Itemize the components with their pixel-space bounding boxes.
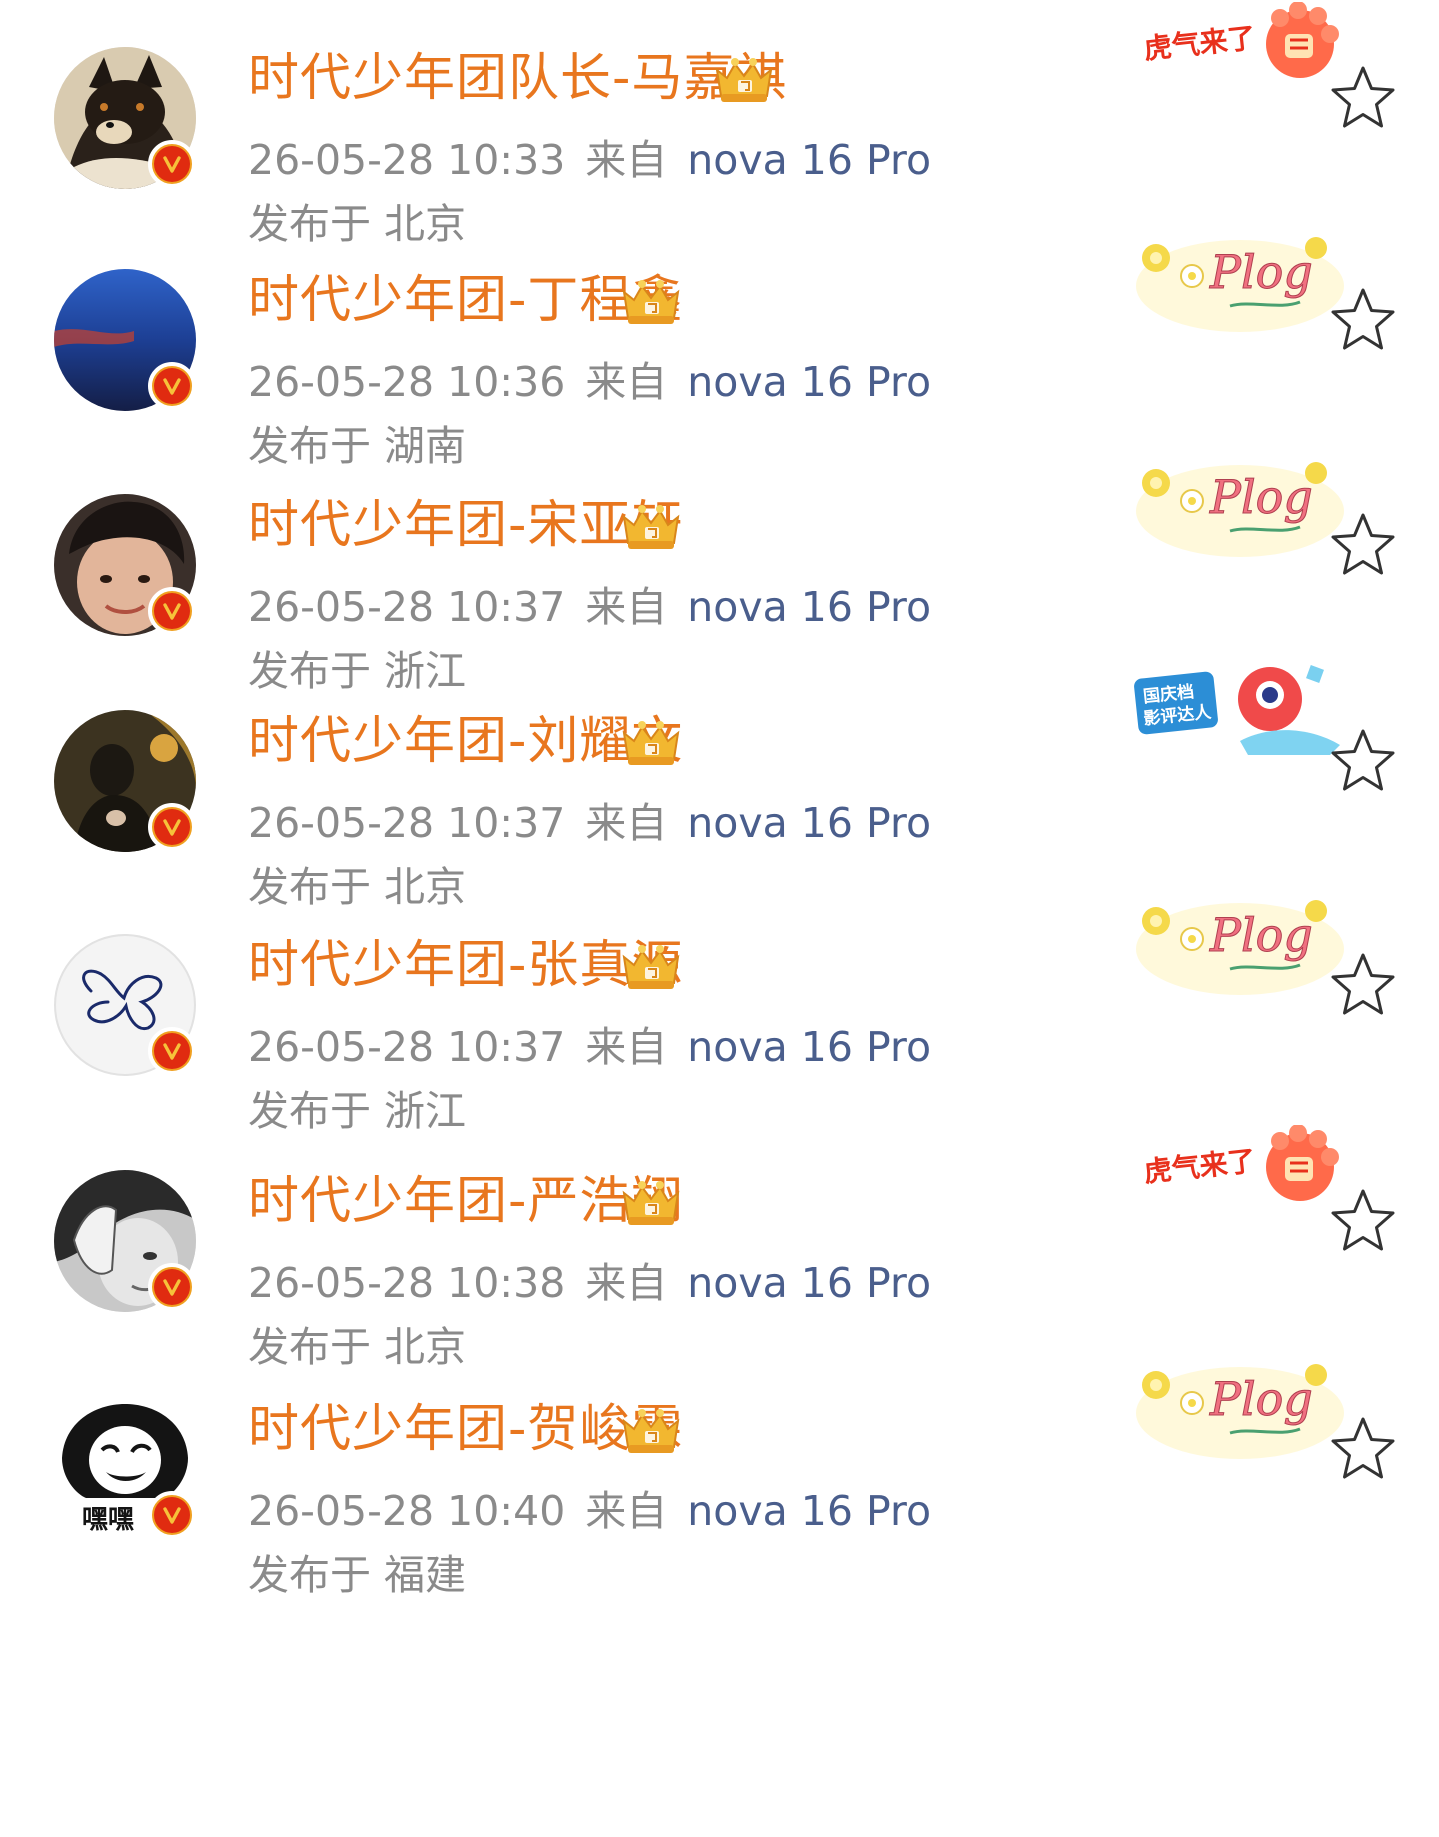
crown-badge-icon (711, 50, 777, 104)
crown-badge-icon (618, 1401, 684, 1455)
verified-badge-icon (148, 1491, 196, 1539)
device-link[interactable]: nova 16 Pro (687, 1259, 931, 1307)
source-prefix: 来自 (585, 1023, 668, 1071)
post-time: 26-05-28 10:38 (248, 1259, 566, 1307)
svg-text:Plog: Plog (1209, 1372, 1313, 1426)
svg-text:Plog: Plog (1209, 908, 1313, 962)
crown-badge-icon (618, 272, 684, 326)
post-item: 时代少年团-严浩翔 26-05-28 10:38 来自 nova 16 Pro 发布… (0, 1123, 1439, 1371)
device-link[interactable]: nova 16 Pro (687, 136, 931, 184)
post-meta: 26-05-28 10:36 来自 nova 16 Pro (248, 354, 931, 410)
verified-badge-icon (148, 140, 196, 188)
post-meta: 26-05-28 10:37 来自 nova 16 Pro (248, 579, 931, 635)
verified-badge-icon (148, 1263, 196, 1311)
post-item: 嘿嘿 时代少年团-贺峻霖 26-05-28 10:40 来自 nova 16 Pro… (0, 1351, 1439, 1599)
crown-badge-icon (618, 497, 684, 551)
svg-text:Plog: Plog (1209, 245, 1313, 299)
tiger-paw-sticker-icon: 虎气来了 (1130, 2, 1350, 112)
post-time: 26-05-28 10:33 (248, 136, 566, 184)
plog-flower-sticker-icon: Plog (1130, 451, 1350, 561)
tiger-paw-sticker-icon: 虎气来了 (1130, 1125, 1350, 1235)
source-prefix: 来自 (585, 136, 668, 184)
favorite-star-icon[interactable] (1327, 509, 1399, 581)
post-item: 时代少年团-宋亚轩 26-05-28 10:37 来自 nova 16 Pro 发布… (0, 447, 1439, 695)
device-link[interactable]: nova 16 Pro (687, 1487, 931, 1535)
crown-badge-icon (618, 1173, 684, 1227)
crown-badge-icon (618, 713, 684, 767)
svg-text:虎气来了: 虎气来了 (1142, 21, 1257, 66)
device-link[interactable]: nova 16 Pro (687, 583, 931, 631)
crown-badge-icon (618, 937, 684, 991)
post-meta: 26-05-28 10:37 来自 nova 16 Pro (248, 1019, 931, 1075)
post-meta: 26-05-28 10:33 来自 nova 16 Pro (248, 132, 931, 188)
plog-flower-sticker-icon: Plog (1130, 1353, 1350, 1463)
favorite-star-icon[interactable] (1327, 1413, 1399, 1485)
username[interactable]: 时代少年团队长-马嘉祺 (248, 44, 787, 114)
verified-badge-icon (148, 362, 196, 410)
favorite-star-icon[interactable] (1327, 725, 1399, 797)
post-time: 26-05-28 10:36 (248, 358, 566, 406)
post-item: 时代少年团队长-马嘉祺 26-05-28 10:33 来自 nova 16 Pro … (0, 0, 1439, 248)
comment-feed: 时代少年团队长-马嘉祺 26-05-28 10:33 来自 nova 16 Pro … (0, 0, 1439, 1837)
plog-flower-sticker-icon: Plog (1130, 889, 1350, 999)
device-link[interactable]: nova 16 Pro (687, 799, 931, 847)
post-meta: 26-05-28 10:37 来自 nova 16 Pro (248, 795, 931, 851)
post-time: 26-05-28 10:37 (248, 583, 566, 631)
movie-critic-sticker-icon: 国庆档 影评达人 (1130, 655, 1350, 765)
post-meta: 26-05-28 10:40 来自 nova 16 Pro (248, 1483, 931, 1539)
verified-badge-icon (148, 587, 196, 635)
post-time: 26-05-28 10:40 (248, 1487, 566, 1535)
plog-flower-sticker-icon: Plog (1130, 226, 1350, 336)
device-link[interactable]: nova 16 Pro (687, 358, 931, 406)
favorite-star-icon[interactable] (1327, 1185, 1399, 1257)
post-location: 发布于 福建 (248, 1551, 467, 1599)
post-item: 时代少年团-丁程鑫 26-05-28 10:36 来自 nova 16 Pro 发布… (0, 222, 1439, 470)
device-link[interactable]: nova 16 Pro (687, 1023, 931, 1071)
source-prefix: 来自 (585, 1259, 668, 1307)
verified-badge-icon (148, 803, 196, 851)
source-prefix: 来自 (585, 799, 668, 847)
svg-text:虎气来了: 虎气来了 (1142, 1144, 1257, 1189)
post-item: 时代少年团-张真源 26-05-28 10:37 来自 nova 16 Pro 发布… (0, 887, 1439, 1135)
post-meta: 26-05-28 10:38 来自 nova 16 Pro (248, 1255, 931, 1311)
favorite-star-icon[interactable] (1327, 62, 1399, 134)
post-item: 时代少年团-刘耀文 26-05-28 10:37 来自 nova 16 Pro 发布… (0, 663, 1439, 911)
source-prefix: 来自 (585, 1487, 668, 1535)
post-time: 26-05-28 10:37 (248, 1023, 566, 1071)
post-time: 26-05-28 10:37 (248, 799, 566, 847)
source-prefix: 来自 (585, 358, 668, 406)
favorite-star-icon[interactable] (1327, 949, 1399, 1021)
svg-text:嘿嘿: 嘿嘿 (82, 1505, 134, 1535)
source-prefix: 来自 (585, 583, 668, 631)
svg-text:Plog: Plog (1209, 470, 1313, 524)
verified-badge-icon (148, 1027, 196, 1075)
favorite-star-icon[interactable] (1327, 284, 1399, 356)
